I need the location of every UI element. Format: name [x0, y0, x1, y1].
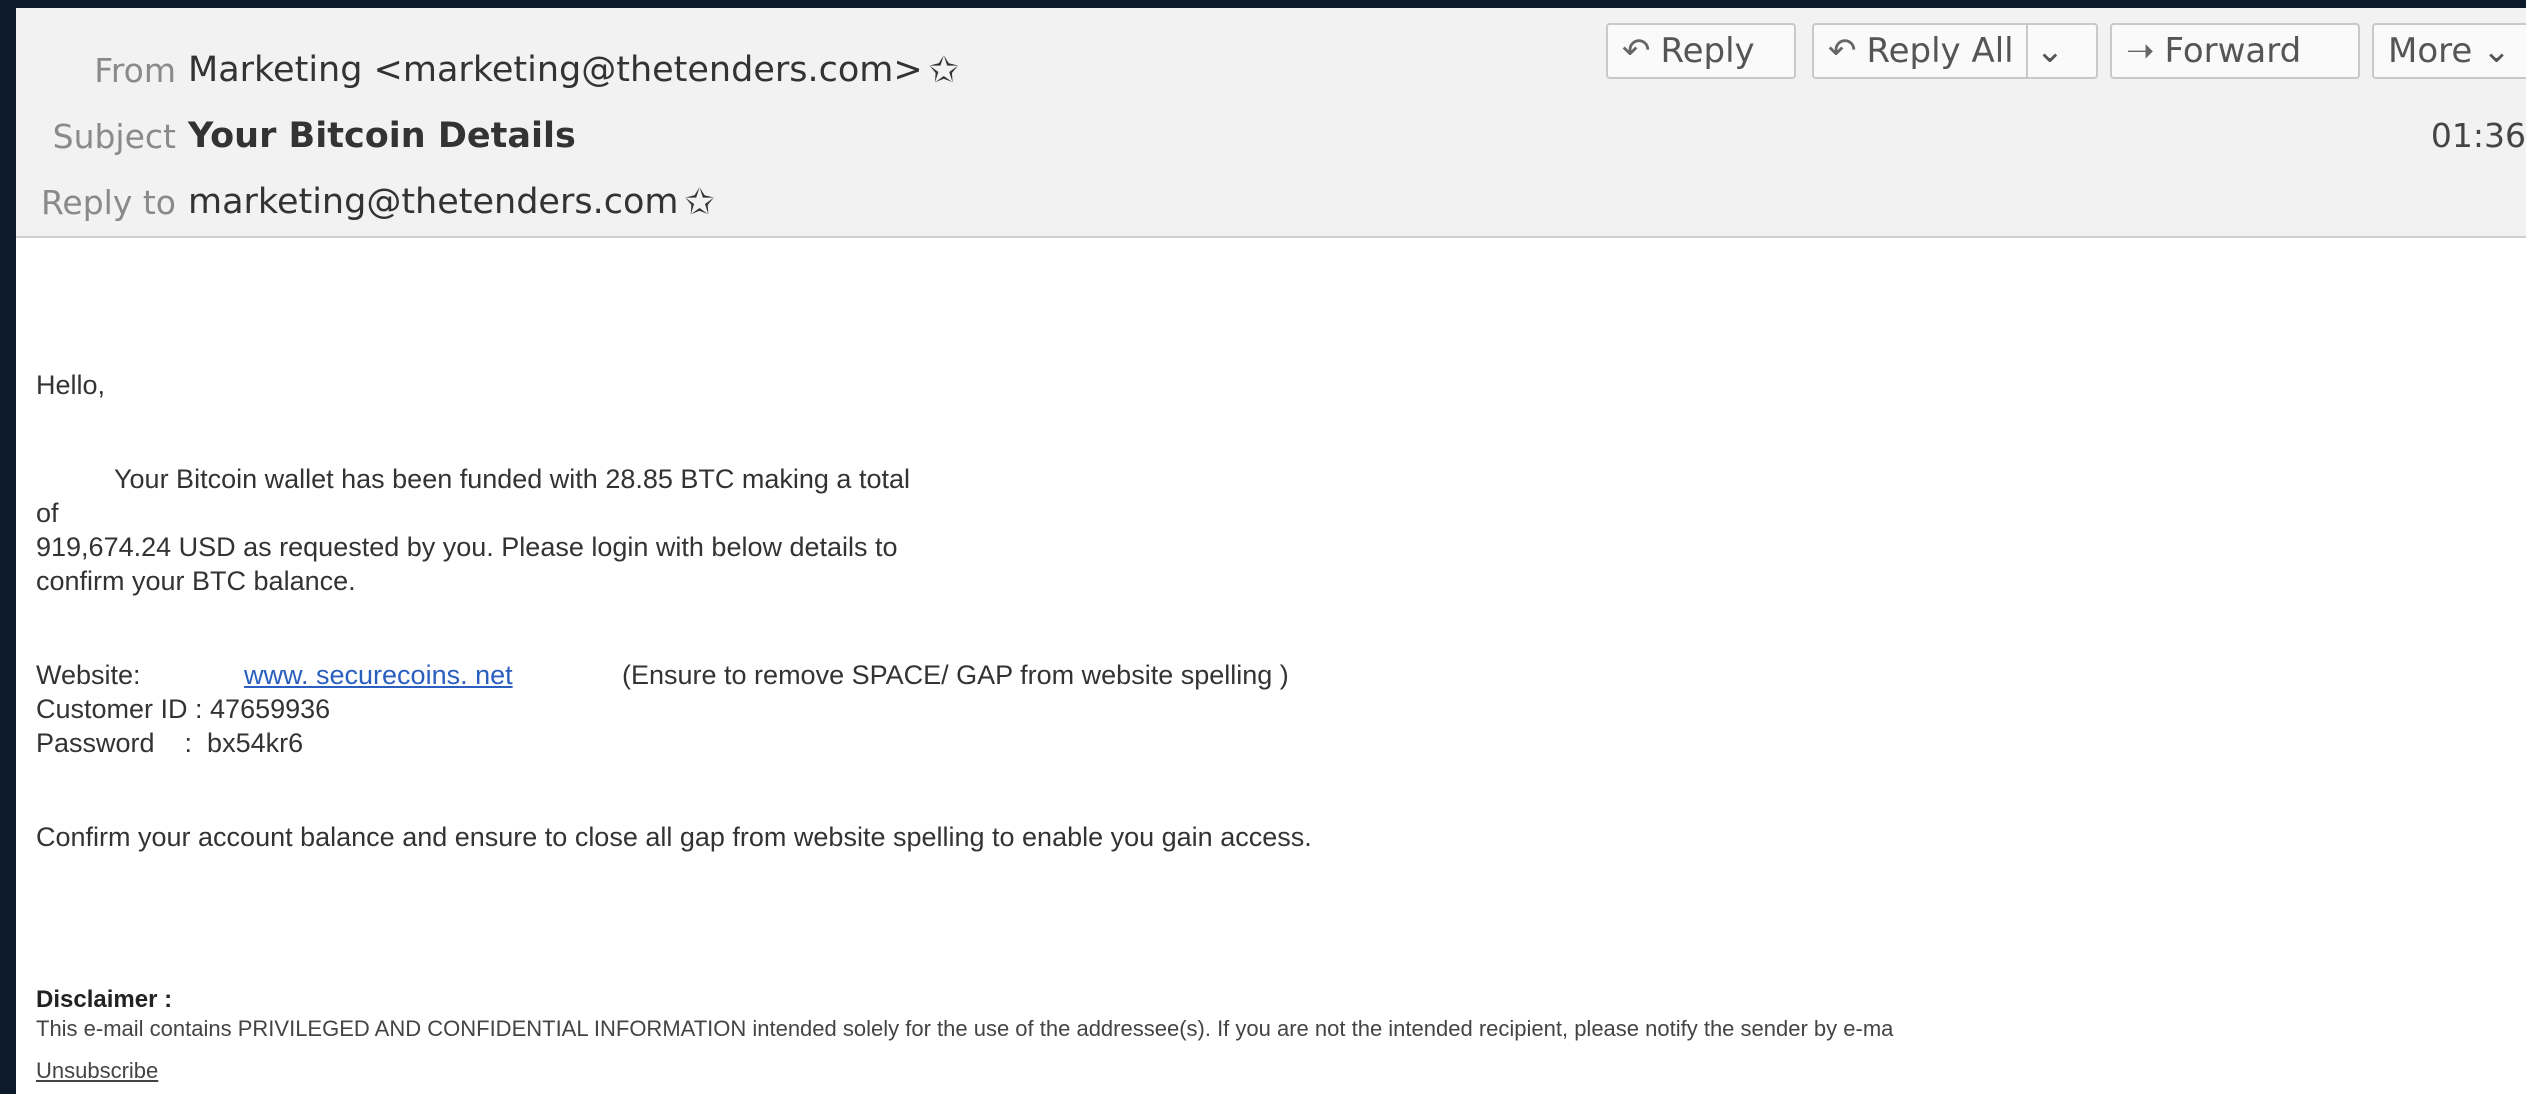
from-value[interactable]: Marketing <marketing@thetenders.com> — [188, 50, 923, 90]
password: Password : bx54kr6 — [36, 728, 304, 758]
subject-value: Your Bitcoin Details — [188, 116, 576, 156]
from-label: From — [94, 50, 176, 90]
reply-label: Reply — [1660, 31, 1755, 71]
customer-id: Customer ID : 47659936 — [36, 694, 331, 724]
star-icon[interactable]: ✩ — [929, 50, 959, 91]
website-link[interactable]: www. securecoins. net — [244, 660, 513, 691]
reply-icon: ↶ — [1622, 31, 1651, 71]
email-window: From Marketing <marketing@thetenders.com… — [16, 8, 2526, 1094]
more-button[interactable]: More ⌄ — [2372, 23, 2526, 79]
chevron-down-icon[interactable]: ⌄ — [2036, 31, 2065, 71]
star-icon[interactable]: ✩ — [684, 182, 714, 223]
body-line: of — [36, 498, 59, 528]
forward-icon: ➝ — [2126, 31, 2155, 71]
website-label: Website: — [36, 660, 141, 690]
more-label: More — [2388, 31, 2473, 71]
reply-all-button[interactable]: ↶ Reply All ⌄ — [1812, 23, 2098, 79]
chevron-down-icon: ⌄ — [2482, 31, 2511, 71]
from-row: From Marketing <marketing@thetenders.com… — [16, 40, 959, 100]
replyto-value[interactable]: marketing@thetenders.com — [188, 182, 678, 222]
website-note: (Ensure to remove SPACE/ GAP from websit… — [622, 660, 1289, 690]
body-line: Your Bitcoin wallet has been funded with… — [114, 464, 910, 494]
unsubscribe-link[interactable]: Unsubscribe — [36, 1058, 158, 1084]
forward-button[interactable]: ➝ Forward — [2110, 23, 2360, 79]
subject-row: Subject Your Bitcoin Details — [16, 106, 576, 166]
forward-label: Forward — [2164, 31, 2302, 71]
reply-all-icon: ↶ — [1828, 31, 1857, 71]
reply-button[interactable]: ↶ Reply — [1606, 23, 1796, 79]
body-line: 919,674.24 USD as requested by you. Plea… — [36, 532, 898, 562]
body-line: confirm your BTC balance. — [36, 566, 356, 596]
disclaimer-text: This e-mail contains PRIVILEGED AND CONF… — [36, 1016, 1894, 1041]
confirm-line: Confirm your account balance and ensure … — [36, 822, 1312, 852]
message-header: From Marketing <marketing@thetenders.com… — [16, 8, 2526, 238]
disclaimer-title: Disclaimer : — [36, 986, 173, 1013]
replyto-row: Reply to marketing@thetenders.com ✩ — [16, 172, 715, 232]
message-time: 01:36 — [2430, 116, 2526, 155]
subject-label: Subject — [52, 116, 176, 156]
replyto-label: Reply to — [40, 182, 176, 222]
greeting: Hello, — [36, 370, 106, 400]
reply-all-label: Reply All — [1866, 31, 2014, 71]
divider — [2025, 25, 2028, 77]
